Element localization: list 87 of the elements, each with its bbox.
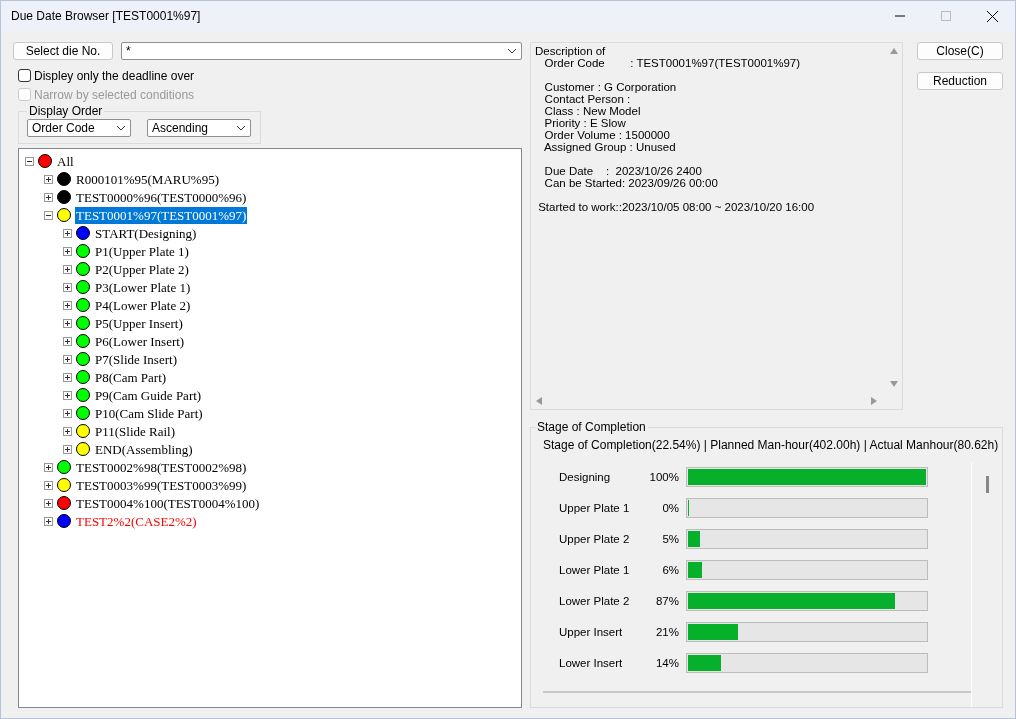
expand-icon[interactable]: [44, 192, 53, 202]
completion-summary: Stage of Completion(22.54%) | Planned Man-hour(402.00h) | Actual Manhour(80.62h): [543, 438, 1000, 452]
die-number-field[interactable]: *: [121, 42, 522, 60]
tree-item[interactable]: P6(Lower Insert): [94, 332, 186, 350]
select-die-button[interactable]: Select die No.: [13, 42, 113, 60]
tree-item[interactable]: P5(Upper Insert): [94, 314, 184, 332]
maximize-icon: [941, 11, 951, 21]
stage-name: Upper Plate 1: [559, 502, 631, 514]
sort-direction-dropdown[interactable]: Ascending: [147, 119, 251, 137]
stage-name: Lower Insert: [559, 657, 624, 669]
description-line: Due Date : 2023/10/26 2400: [543, 165, 703, 177]
stage-name: Lower Plate 1: [559, 564, 631, 576]
description-line: Customer : G Corporation: [543, 81, 678, 93]
expand-icon[interactable]: [63, 264, 72, 274]
tree-item[interactable]: P10(Cam Slide Part): [94, 404, 204, 422]
stage-name: Designing: [559, 471, 612, 483]
minimize-icon: [895, 15, 905, 17]
tree-item[interactable]: TEST0004%100(TEST0004%100): [75, 494, 261, 512]
sort-field-dropdown[interactable]: Order Code: [27, 119, 131, 137]
tree-item[interactable]: R000101%95(MARU%95): [75, 170, 220, 188]
checkbox[interactable]: [18, 69, 31, 82]
group-title: Display Order: [28, 104, 104, 118]
tree-item[interactable]: TEST0003%99(TEST0003%99): [75, 476, 248, 494]
chevron-down-icon: [236, 125, 246, 131]
expand-icon[interactable]: [63, 426, 72, 436]
expand-icon[interactable]: [44, 174, 53, 184]
window-title: Due Date Browser [TEST0001%97]: [11, 9, 202, 23]
tree-item[interactable]: P4(Lower Plate 2): [94, 296, 192, 314]
tree-item[interactable]: START(Designing): [94, 224, 198, 242]
checkbox-label: Narrow by selected conditions: [34, 87, 195, 102]
tree-item[interactable]: P11(Slide Rail): [94, 422, 177, 440]
description-line: Class : New Model: [543, 105, 642, 117]
expand-icon[interactable]: [63, 408, 72, 418]
tree-item[interactable]: TEST0001%97(TEST0001%97): [75, 206, 248, 224]
description-line: Contact Person :: [543, 93, 632, 105]
collapse-icon[interactable]: [25, 156, 34, 166]
close-dialog-button[interactable]: Close(C): [917, 42, 1003, 60]
scroll-thumb[interactable]: [985, 476, 989, 493]
expand-icon[interactable]: [63, 282, 72, 292]
description-line: Started to work::2023/10/05 08:00 ~ 2023/10/20 16:00: [537, 201, 816, 213]
description-line: Can be Started: 2023/09/26 00:00: [543, 177, 719, 189]
expand-icon[interactable]: [63, 318, 72, 328]
expand-icon[interactable]: [44, 498, 53, 508]
tree-item[interactable]: P1(Upper Plate 1): [94, 242, 190, 260]
stage-name: Upper Insert: [559, 626, 624, 638]
tree-item[interactable]: All: [56, 152, 75, 170]
description-line: Order Code : TEST0001%97(TEST0001%97): [543, 57, 802, 69]
description-line: Description of: [535, 45, 607, 57]
tree-item[interactable]: TEST0000%96(TEST0000%96): [75, 188, 248, 206]
chevron-down-icon: [507, 48, 517, 54]
stage-percent: 5%: [661, 533, 679, 545]
group-title: Stage of Completion: [536, 420, 647, 434]
tree-item[interactable]: P8(Cam Part): [94, 368, 168, 386]
tree-item[interactable]: P9(Cam Guide Part): [94, 386, 203, 404]
tree-item[interactable]: TEST2%2(CASE2%2): [75, 512, 198, 530]
stage-percent: 0%: [661, 502, 679, 514]
tree-item[interactable]: P7(Slide Insert): [94, 350, 178, 368]
tree-item[interactable]: TEST0002%98(TEST0002%98): [75, 458, 248, 476]
stage-percent: 21%: [654, 626, 679, 638]
tree-item[interactable]: END(Assembling): [94, 440, 194, 458]
stage-name: Upper Plate 2: [559, 533, 631, 545]
expand-icon[interactable]: [63, 300, 72, 310]
stage-percent: 87%: [654, 595, 679, 607]
stage-percent: 6%: [661, 564, 679, 576]
stage-percent: 14%: [654, 657, 679, 669]
description-line: Assigned Group : Unused: [542, 141, 677, 153]
expand-icon[interactable]: [44, 516, 53, 526]
expand-icon[interactable]: [63, 336, 72, 346]
tree-item[interactable]: P3(Lower Plate 1): [94, 278, 192, 296]
expand-icon[interactable]: [63, 444, 72, 454]
expand-icon[interactable]: [63, 246, 72, 256]
chevron-down-icon: [116, 125, 126, 131]
tree-item[interactable]: P2(Upper Plate 2): [94, 260, 190, 278]
expand-icon[interactable]: [63, 354, 72, 364]
expand-icon[interactable]: [44, 462, 53, 472]
description-line: Priority : E Slow: [543, 117, 627, 129]
expand-icon[interactable]: [44, 480, 53, 490]
description-line: Order Volume : 1500000: [543, 129, 671, 141]
reduction-button[interactable]: Reduction: [917, 72, 1003, 90]
stage-name: Lower Plate 2: [559, 595, 631, 607]
expand-icon[interactable]: [63, 228, 72, 238]
stage-percent: 100%: [648, 471, 679, 483]
collapse-icon[interactable]: [44, 210, 53, 220]
expand-icon[interactable]: [63, 390, 72, 400]
close-icon: [986, 10, 998, 22]
checkbox-label: Displey only the deadline over: [34, 68, 195, 83]
expand-icon[interactable]: [63, 372, 72, 382]
